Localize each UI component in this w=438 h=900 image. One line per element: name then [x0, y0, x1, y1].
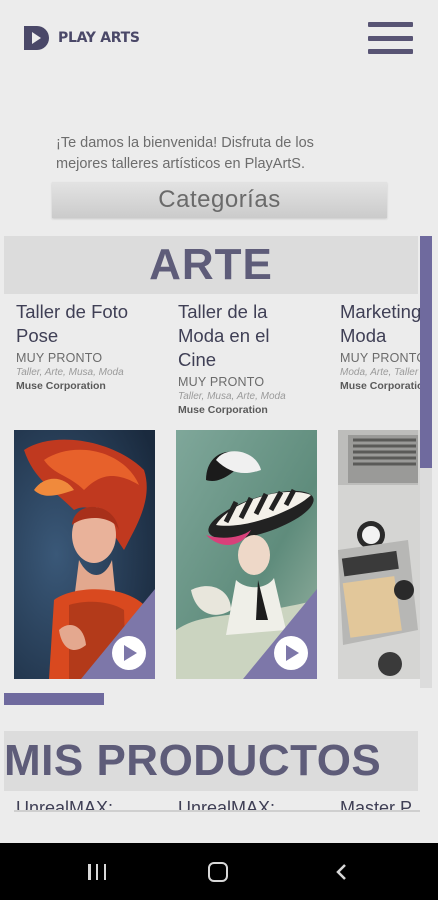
- course-card[interactable]: Taller de Foto Pose MUY PRONTO Taller, A…: [16, 300, 166, 392]
- course-title-line: Cine: [178, 349, 217, 370]
- course-title-line: Marketing: [340, 301, 420, 322]
- course-title-line: Taller de la: [178, 301, 268, 322]
- brand-logo[interactable]: PLAY ARTS: [22, 24, 140, 52]
- horizontal-scrollbar-thumb[interactable]: [4, 693, 104, 705]
- recent-apps-icon[interactable]: [88, 864, 106, 880]
- arte-carousel[interactable]: Taller de Foto Pose MUY PRONTO Taller, A…: [0, 300, 420, 685]
- section-header-arte: ARTE: [4, 236, 418, 294]
- course-status: MUY PRONTO: [340, 351, 420, 365]
- section-title-arte: ARTE: [149, 240, 273, 289]
- welcome-line-1: ¡Te damos la bienvenida! Disfruta de los: [56, 135, 314, 151]
- hamburger-menu-icon[interactable]: [368, 22, 413, 54]
- course-title-line: Pose: [16, 325, 59, 346]
- categories-button[interactable]: Categorías: [52, 182, 387, 218]
- course-organizer: Muse Corporation: [340, 380, 420, 392]
- course-image[interactable]: [14, 430, 155, 679]
- course-title: Taller de la Moda en el Cine: [178, 300, 328, 372]
- home-icon[interactable]: [208, 862, 228, 882]
- play-icon[interactable]: [112, 636, 146, 670]
- play-arts-logo-icon: [24, 26, 49, 50]
- course-tags: Taller, Musa, Arte, Moda: [178, 391, 286, 402]
- section-header-mis-productos: MIS PRODUCTOS: [4, 731, 418, 791]
- course-card[interactable]: Taller de la Moda en el Cine MUY PRONTO …: [178, 300, 328, 416]
- course-title: Marketing Moda: [340, 300, 420, 348]
- course-status: MUY PRONTO: [16, 351, 103, 365]
- course-title: Taller de Foto Pose: [16, 300, 166, 348]
- section-title-mis-productos: MIS PRODUCTOS: [4, 736, 382, 785]
- course-organizer: Muse Corporation: [16, 380, 106, 392]
- welcome-line-2: mejores talleres artísticos en PlayArtS.: [56, 156, 306, 172]
- course-tags: Moda, Arte, Taller: [340, 367, 419, 378]
- categories-label: Categorías: [158, 186, 281, 213]
- course-status: MUY PRONTO: [178, 375, 265, 389]
- back-icon[interactable]: [334, 864, 350, 880]
- divider: [14, 810, 420, 812]
- course-organizer: Muse Corporation: [178, 404, 268, 416]
- course-title-line: Moda: [340, 325, 387, 346]
- system-navigation-bar: [0, 843, 438, 900]
- course-title-line: Moda en el: [178, 325, 270, 346]
- play-icon[interactable]: [274, 636, 308, 670]
- course-title-line: Taller de Foto: [16, 301, 129, 322]
- vertical-scrollbar-thumb[interactable]: [420, 236, 432, 468]
- brand-name: PLAY ARTS: [58, 30, 140, 46]
- course-card[interactable]: Marketing Moda MUY PRONTO Moda, Arte, Ta…: [340, 300, 420, 392]
- course-image[interactable]: [338, 430, 420, 679]
- app-screen: PLAY ARTS ¡Te damos la bienvenida! Disfr…: [0, 0, 438, 900]
- welcome-message: ¡Te damos la bienvenida! Disfruta de los…: [56, 133, 386, 175]
- desk-laptop-magazine-photo: [338, 430, 420, 679]
- course-image[interactable]: [176, 430, 317, 679]
- course-tags: Taller, Arte, Musa, Moda: [16, 367, 124, 378]
